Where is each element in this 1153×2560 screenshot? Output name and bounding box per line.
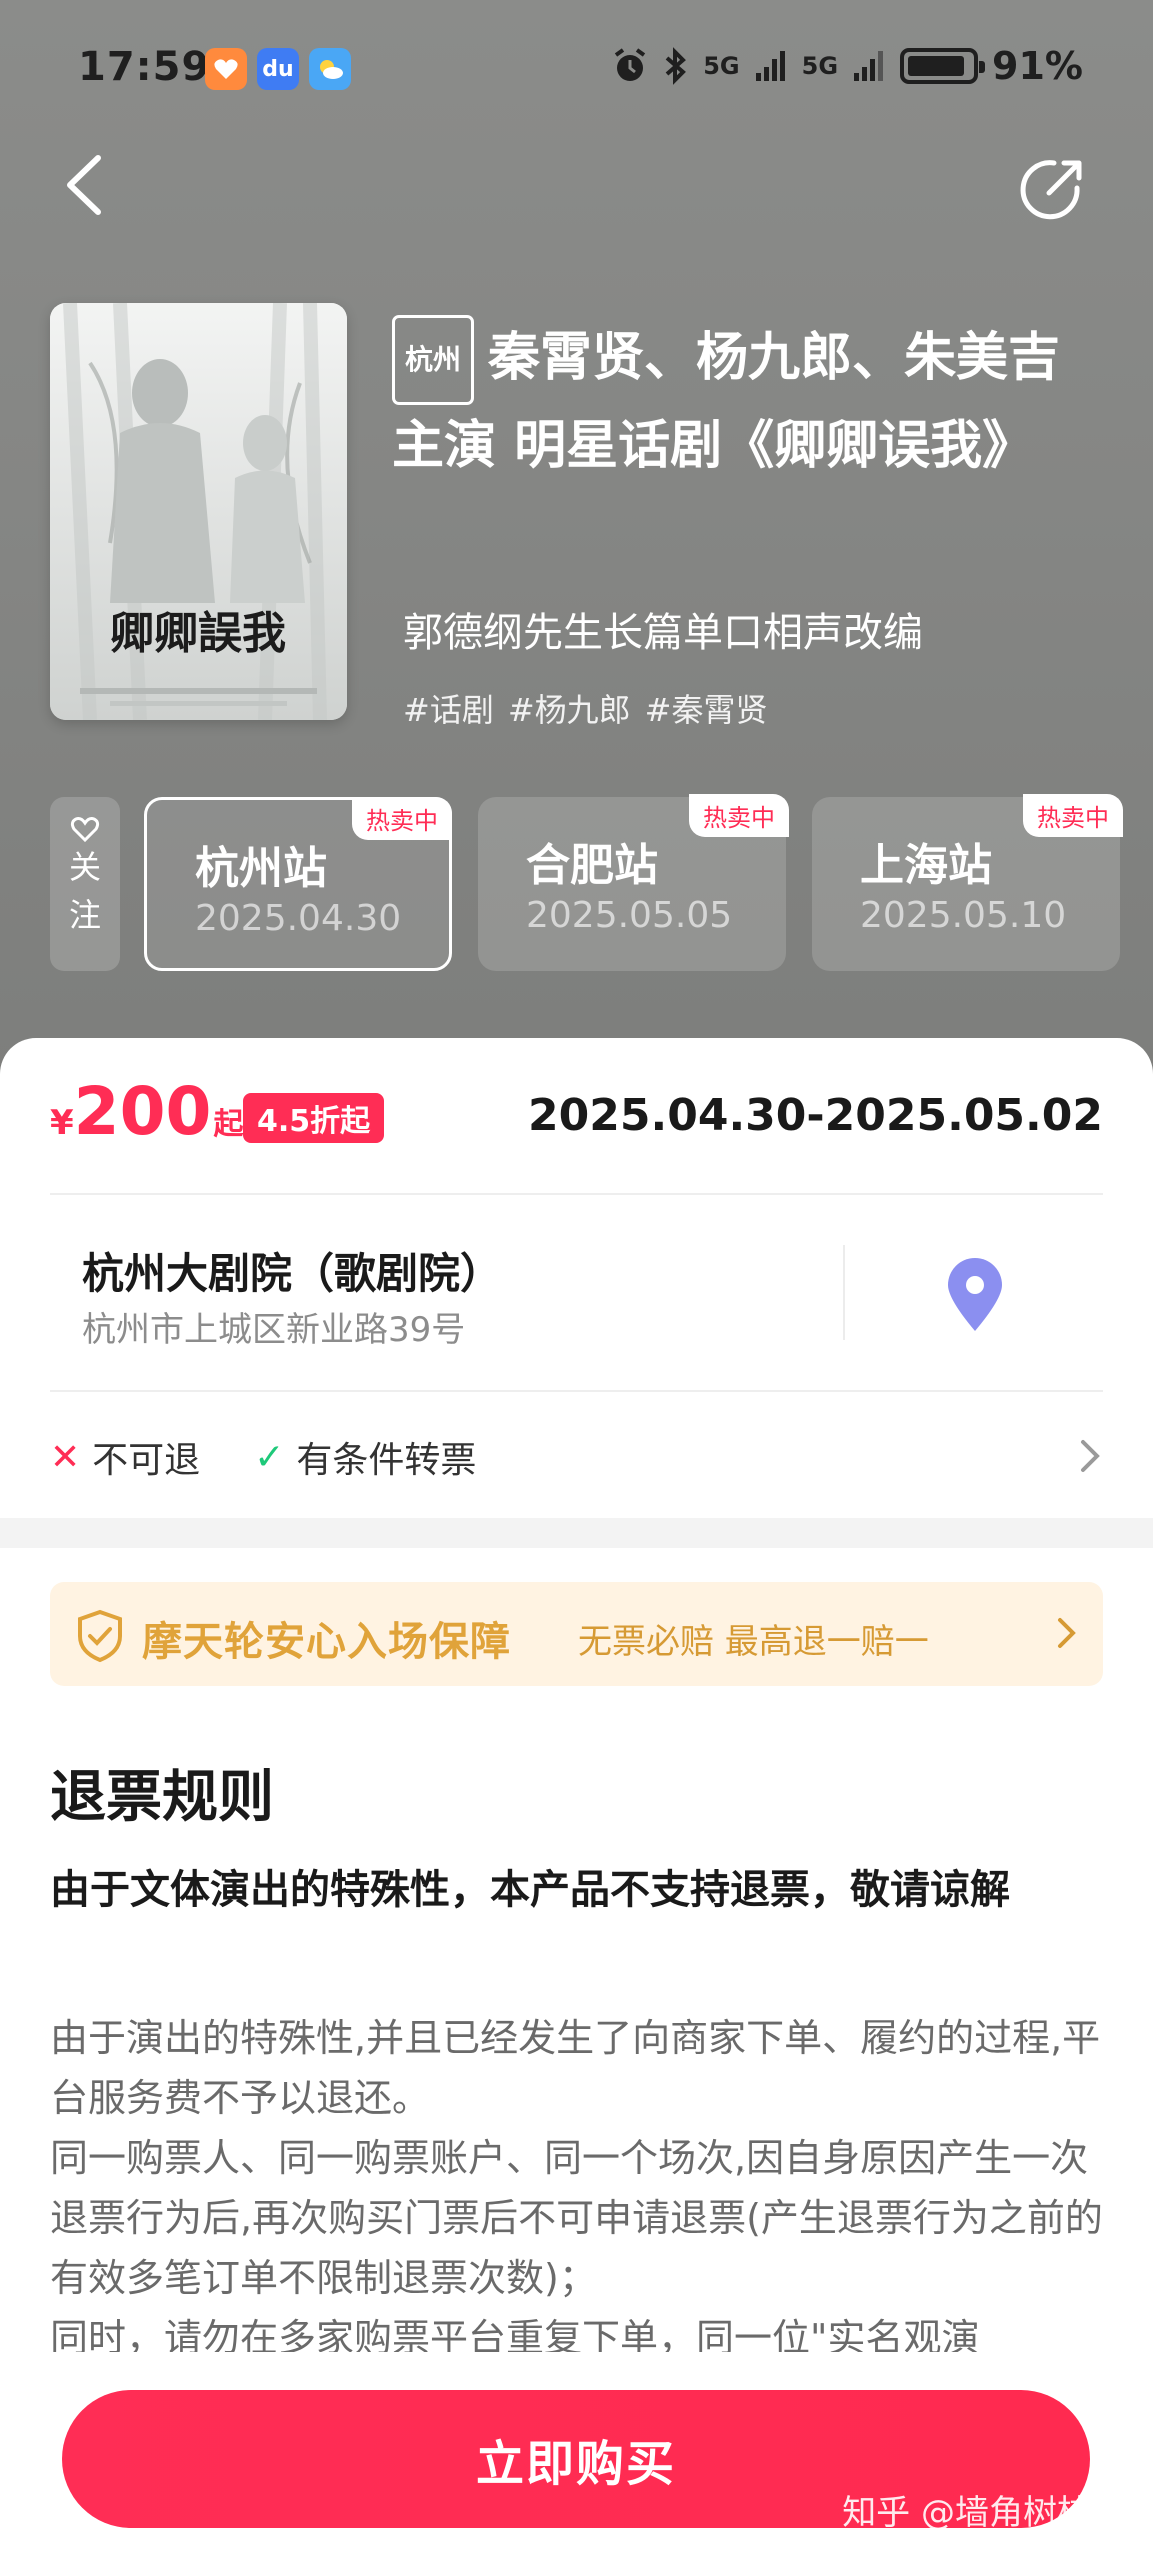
tag-item[interactable]: #秦霄贤	[645, 685, 768, 731]
price-value: 200	[73, 1073, 212, 1150]
price-suffix: 起	[213, 1107, 244, 1142]
show-poster[interactable]: 卿卿誤我	[50, 303, 347, 720]
battery-icon	[900, 48, 986, 84]
tag-item[interactable]: #杨九郎	[508, 685, 631, 731]
follow-label-2: 注	[68, 896, 101, 934]
tag-item[interactable]: #话剧	[403, 685, 494, 731]
watermark: 知乎 @墙角树枝霉	[842, 2493, 1125, 2533]
hot-sale-badge: 热卖中	[1023, 794, 1123, 837]
battery-percent: 91%	[992, 44, 1083, 88]
hot-sale-badge: 热卖中	[352, 797, 452, 840]
chevron-right-icon	[1058, 1618, 1076, 1648]
city-tag: 杭州	[392, 315, 475, 405]
station-hefei[interactable]: 热卖中 合肥站 2025.05.05	[478, 794, 789, 971]
baidu-app-icon: du	[257, 48, 299, 90]
station-date: 2025.05.05	[526, 895, 733, 936]
show-subtitle: 郭德纲先生长篇单口相声改编	[403, 610, 923, 656]
battery-fill	[908, 56, 965, 76]
venue-address[interactable]: 杭州市上城区新业路39号	[82, 1302, 465, 1351]
baidu-app-label: du	[262, 56, 294, 82]
divider-vertical	[843, 1245, 845, 1340]
price-currency: ¥	[50, 1103, 74, 1143]
refund-policy: 不可退	[92, 1440, 201, 1481]
station-date: 2025.05.10	[860, 895, 1067, 936]
station-name: 上海站	[860, 840, 992, 891]
status-indicators: 5G 5G 91%	[611, 44, 1083, 88]
alarm-icon	[615, 48, 646, 81]
rules-body: 由于演出的特殊性,并且已经发生了向商家下单、履约的过程,平台服务费不予以退还。 …	[50, 2008, 1110, 2368]
price: ¥ 200 起	[50, 1073, 243, 1150]
heart-outline-icon	[70, 817, 100, 843]
guarantee-title: 摩天轮安心入场保障	[142, 1619, 511, 1665]
station-shanghai[interactable]: 热卖中 上海站 2025.05.10	[812, 794, 1123, 971]
station-date: 2025.04.30	[195, 898, 402, 939]
station-name: 杭州站	[195, 843, 327, 894]
cross-icon: ✕	[50, 1436, 81, 1478]
ticket-policy-row[interactable]: ✕ 不可退 ✓ 有条件转票	[50, 1432, 1103, 1482]
divider	[50, 1193, 1103, 1195]
guarantee-banner[interactable]: 摩天轮安心入场保障 无票必赔 最高退一赔一	[50, 1582, 1103, 1686]
follow-label-1: 关	[68, 848, 101, 886]
divider	[50, 1390, 1103, 1392]
heart-app-icon	[205, 48, 247, 90]
weather-app-icon	[309, 48, 351, 90]
chevron-right-icon	[1081, 1440, 1100, 1472]
signal-icon-2	[854, 51, 884, 81]
poster-artwork: 卿卿誤我	[50, 303, 347, 720]
rules-paragraph: 同一购票人、同一购票账户、同一个场次,因自身原因产生一次退票行为后,再次购买门票…	[50, 2136, 1103, 2300]
signal-5g-label-2: 5G	[801, 52, 839, 80]
show-title-block: 杭州 秦霄贤、杨九郎、朱美吉主演 明星话剧《卿卿误我》	[392, 315, 1092, 487]
signal-icon-1	[755, 51, 785, 81]
show-tags: #话剧 #杨九郎 #秦霄贤	[403, 685, 767, 731]
shield-check-icon	[78, 1609, 122, 1663]
station-hangzhou[interactable]: 热卖中 杭州站 2025.04.30	[144, 797, 452, 971]
show-title: 杭州 秦霄贤、杨九郎、朱美吉主演 明星话剧《卿卿误我》	[392, 315, 1092, 487]
guarantee-subtitle: 无票必赔 最高退一赔一	[578, 1622, 929, 1662]
date-range: 2025.04.30-2025.05.02	[528, 1090, 1103, 1141]
bluetooth-icon	[665, 47, 687, 85]
transfer-policy: 有条件转票	[296, 1440, 477, 1481]
check-icon: ✓	[254, 1436, 285, 1478]
back-arrow-icon[interactable]	[56, 150, 116, 220]
hot-sale-badge: 热卖中	[689, 794, 789, 837]
discount-badge: 4.5折起	[243, 1093, 385, 1143]
location-pin-icon[interactable]	[940, 1255, 1010, 1335]
rules-title: 退票规则	[50, 1765, 274, 1830]
notification-icons: du	[205, 48, 351, 90]
show-title-text: 秦霄贤、杨九郎、朱美吉主演 明星话剧《卿卿误我》	[392, 328, 1061, 476]
follow-button[interactable]: 关 注	[50, 797, 120, 971]
venue-name[interactable]: 杭州大剧院（歌剧院）	[82, 1240, 502, 1301]
poster-title: 卿卿誤我	[110, 608, 286, 659]
share-icon[interactable]	[1017, 155, 1087, 225]
signal-5g-label-1: 5G	[703, 52, 740, 80]
station-name: 合肥站	[526, 840, 658, 891]
rules-paragraph: 由于演出的特殊性,并且已经发生了向商家下单、履约的过程,平台服务费不予以退还。	[50, 2016, 1101, 2120]
status-time: 17:59	[78, 44, 211, 90]
status-bar: 17:59 du 5G 5G 91%	[0, 0, 1153, 140]
rules-subtitle: 由于文体演出的特殊性，本产品不支持退票，敬请谅解	[50, 1867, 1010, 1913]
